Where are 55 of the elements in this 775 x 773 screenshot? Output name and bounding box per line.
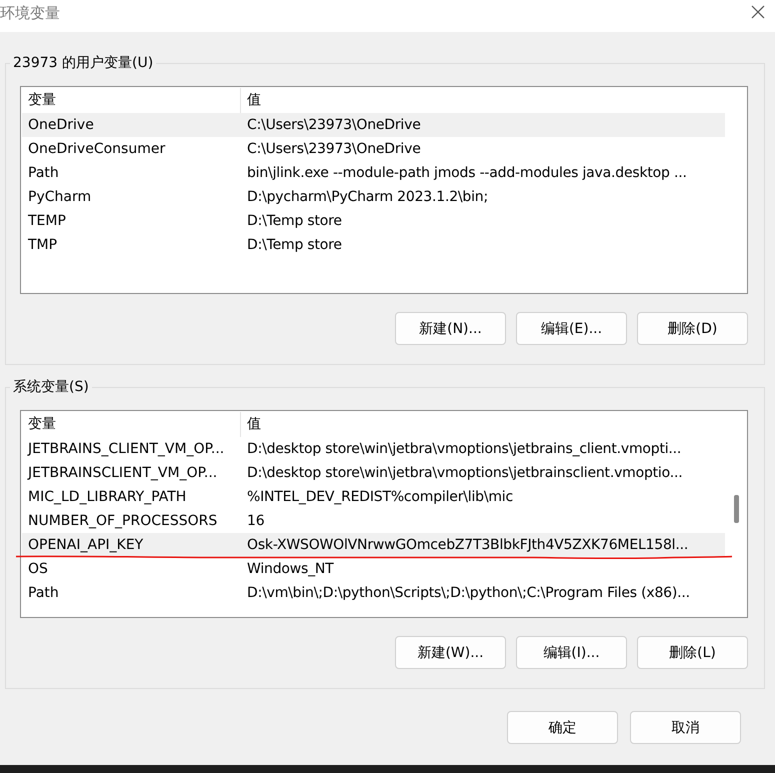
list-row[interactable]: OS Windows_NT [22,557,725,581]
dialog-button[interactable]: 确定 [507,711,618,744]
table-cell-text: D:\pycharm\PyCharm 2023.1.2\bin; [246,188,489,206]
column-header[interactable]: 变量 [22,412,241,437]
table-cell-text: PyCharm [27,188,92,206]
table-cell-text: C:\Users\23973\OneDrive [246,140,422,158]
list-row[interactable]: NUMBER_OF_PROCESSORS 16 [22,509,725,533]
table-cell-text: Path [27,584,60,602]
list-row[interactable]: TEMP D:\Temp store [22,209,725,233]
table-cell-text: Path [27,164,60,182]
column-header[interactable]: 值 [241,88,725,113]
table-cell-text: NUMBER_OF_PROCESSORS [27,512,218,530]
table-cell-text: bin\jlink.exe --module-path jmods --add-modules java.desktop ... [246,164,688,182]
list-row[interactable]: Path bin\jlink.exe --module-path jmods --add-modules java.desktop ... [22,161,725,185]
table-cell-text: TEMP [27,212,67,230]
table-cell-text: D:\desktop store\win\jetbra\vmoptions\jetbrains_client.vmopti... [246,440,682,458]
table-cell-text: 16 [246,512,266,530]
table-cell-text: D:\desktop store\win\jetbra\vmoptions\jetbrainsclient.vmoptio... [246,464,684,482]
dialog-button[interactable]: 编辑(I)... [516,636,627,669]
table-cell-text: TMP [27,236,58,254]
list-row[interactable]: OneDrive C:\Users\23973\OneDrive [22,113,725,137]
list-row[interactable]: Path D:\vm\bin\;D:\python\Scripts\;D:\python\;C:\Program Files (x86)... [22,581,725,605]
dialog-button[interactable]: 新建(N)... [395,312,506,345]
dialog-button[interactable]: 编辑(E)... [516,312,627,345]
table-cell-text: D:\vm\bin\;D:\python\Scripts\;D:\python\;C:\Program Files (x86)... [246,584,691,602]
table-cell-text: C:\Users\23973\OneDrive [246,116,422,134]
scrollbar-thumb[interactable] [734,495,739,523]
list-row[interactable]: MIC_LD_LIBRARY_PATH %INTEL_DEV_REDIST%compiler\lib\mic [22,485,725,509]
list-row[interactable]: OPENAI_API_KEY Osk-XWSOWOlVNrwwGOmcebZ7T3BlbkFJth4V5ZXK76MEL158l... [22,533,725,557]
list-row[interactable]: TMP D:\Temp store [22,233,725,257]
table-cell-text: MIC_LD_LIBRARY_PATH [27,488,188,506]
window-title: 环境变量 [0,4,60,22]
table-cell-text: OPENAI_API_KEY [27,536,144,554]
list-row[interactable]: PyCharm D:\pycharm\PyCharm 2023.1.2\bin; [22,185,725,209]
table-cell-text: OS [27,560,49,578]
table-cell-text: Windows_NT [246,560,335,578]
table-cell-text: OneDriveConsumer [27,140,166,158]
table-cell-text: D:\Temp store [246,236,343,254]
group-label: 系统变量(S) [10,378,92,396]
table-cell-text: OneDrive [27,116,95,134]
dialog-button[interactable]: 删除(D) [637,312,748,345]
list-row[interactable]: JETBRAINS_CLIENT_VM_OP... D:\desktop store\win\jetbra\vmoptions\jetbrains_client.vmopti... [22,437,725,461]
table-cell-text: D:\Temp store [246,212,343,230]
table-cell-text: Osk-XWSOWOlVNrwwGOmcebZ7T3BlbkFJth4V5ZXK76MEL158l... [246,536,690,554]
table-cell-text: JETBRAINS_CLIENT_VM_OP... [26,440,226,458]
dialog-button[interactable]: 删除(L) [637,636,748,669]
group-label: 23973 的用户变量(U) [10,54,156,72]
dialog-button[interactable]: 新建(W)... [395,636,506,669]
column-header[interactable]: 值 [241,412,725,437]
table-cell-text: %INTEL_DEV_REDIST%compiler\lib\mic [246,488,514,506]
list-row[interactable]: OneDriveConsumer C:\Users\23973\OneDrive [22,137,725,161]
table-cell-text: JETBRAINSCLIENT_VM_OP... [26,464,218,482]
list-row[interactable]: JETBRAINSCLIENT_VM_OP... D:\desktop store\win\jetbra\vmoptions\jetbrainsclient.vmoptio... [22,461,725,485]
dialog-button[interactable]: 取消 [630,711,741,744]
close-icon[interactable] [751,5,765,19]
